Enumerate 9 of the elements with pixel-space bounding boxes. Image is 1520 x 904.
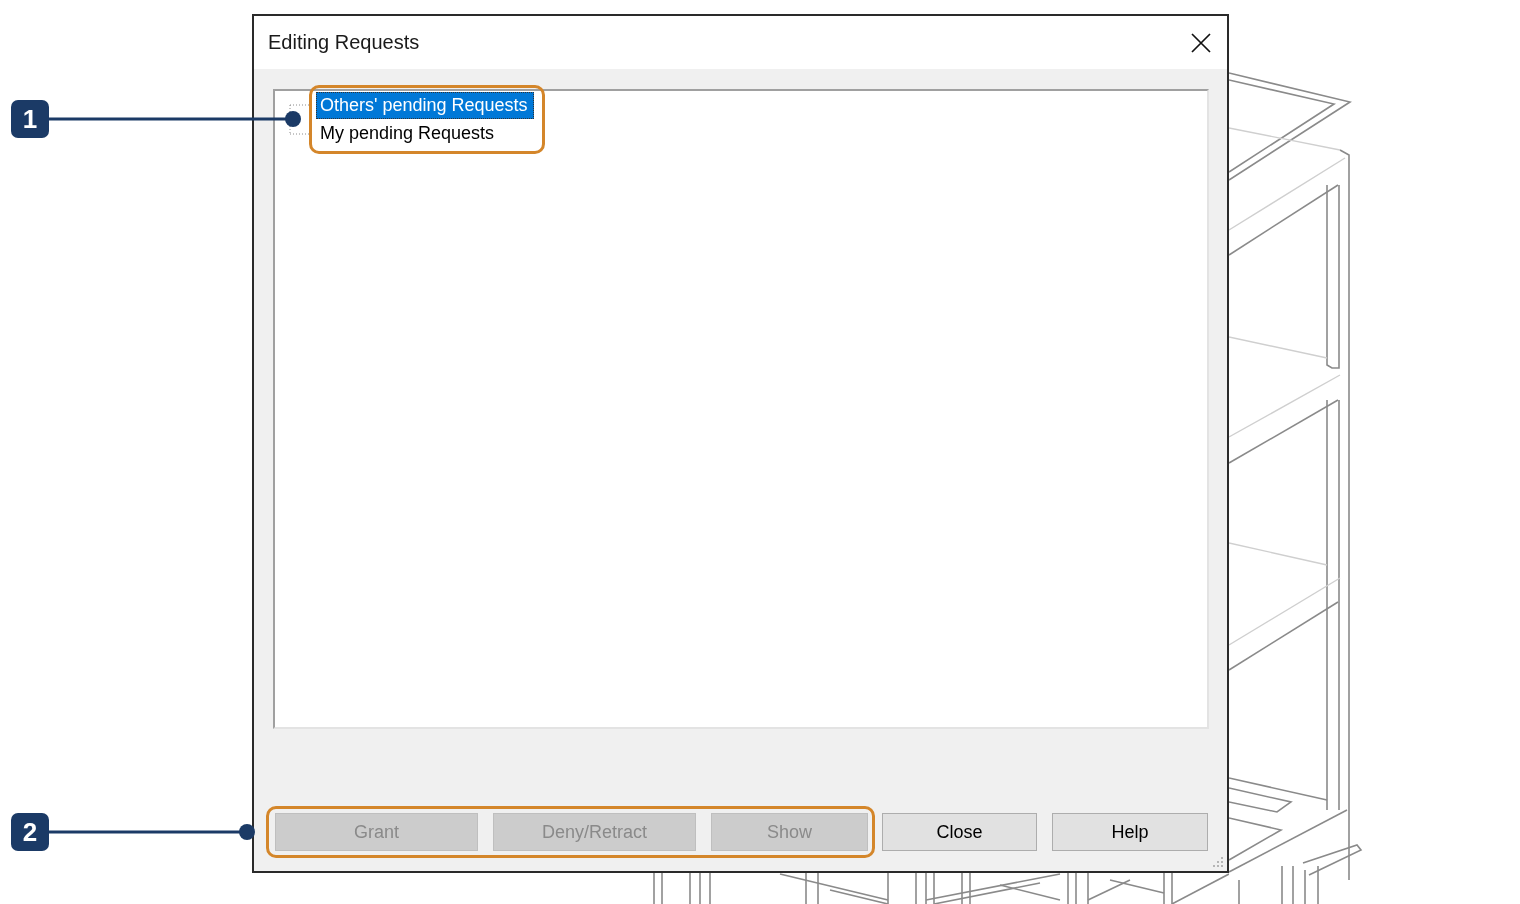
tree-item[interactable]: Others' pending Requests <box>316 92 534 119</box>
callout-number: 1 <box>11 100 49 138</box>
dialog-button[interactable]: Close <box>882 813 1037 851</box>
dialog-button[interactable]: Help <box>1052 813 1208 851</box>
tree-item[interactable]: My pending Requests <box>316 120 501 147</box>
window-title: Editing Requests <box>268 31 421 54</box>
close-icon <box>1191 32 1211 53</box>
resize-grip-icon[interactable] <box>1213 857 1223 867</box>
callout-number: 2 <box>11 813 49 851</box>
